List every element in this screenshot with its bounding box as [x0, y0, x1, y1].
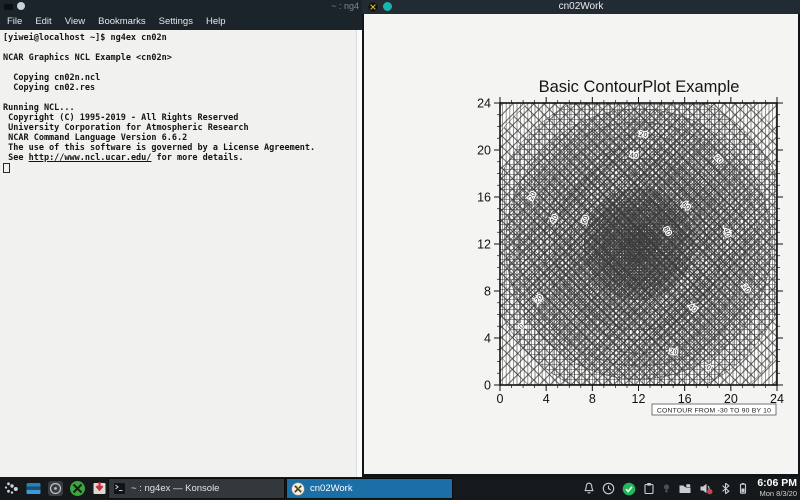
terminal-line: Copying cn02.res [3, 83, 362, 93]
contour-plot: Basic ContourPlot Example 20402020406060… [364, 14, 798, 474]
disc-player-icon[interactable] [47, 480, 64, 497]
desktop: ~ : ng4 File Edit View Bookmarks Setting… [0, 0, 800, 500]
menu-help[interactable]: Help [206, 16, 226, 27]
clock-widget[interactable]: 6:06 PM Mon 8/3/20 [757, 478, 797, 498]
y-tick-label: 16 [477, 191, 491, 205]
konsole-window: ~ : ng4 File Edit View Bookmarks Setting… [0, 0, 362, 477]
contour-note: CONTOUR FROM -30 TO 90 BY 10 [652, 404, 776, 415]
cn02work-window-title: cn02Work [362, 1, 800, 12]
terminal-line: NCAR Command Language Version 6.6.2 [3, 133, 362, 143]
terminal-line: Copying cn02n.ncl [3, 73, 362, 83]
konsole-menubar: File Edit View Bookmarks Settings Help [0, 12, 362, 30]
bluetooth-icon[interactable] [720, 482, 731, 495]
plot-canvas: Basic ContourPlot Example 20402020406060… [364, 14, 798, 474]
clock-time: 6:06 PM [757, 478, 797, 489]
terminal-output[interactable]: [yiwei@localhost ~]$ ng4ex cn02n NCAR Gra… [0, 30, 362, 477]
clipboard-icon[interactable] [643, 482, 655, 495]
battery-icon[interactable] [738, 482, 748, 495]
cn02work-task-icon [291, 482, 305, 496]
volume-muted-icon[interactable] [699, 482, 713, 495]
y-tick-label: 24 [477, 97, 491, 111]
y-axis-labels: 24 20 16 12 8 4 0 [477, 97, 491, 393]
terminal-cursor [3, 163, 10, 173]
terminal-line [3, 93, 362, 103]
contour-label: 40 [630, 151, 639, 160]
contour-label: 20 [639, 130, 648, 139]
x-tick-label: 8 [589, 392, 596, 406]
cn02work-window: cn02Work [362, 0, 800, 477]
x-tick-label: 0 [497, 392, 504, 406]
terminal-line: See http://www.ncl.ucar.edu/ for more de… [3, 153, 362, 163]
contour-band [629, 235, 647, 254]
konsole-titlebar-button[interactable] [17, 2, 25, 10]
y-tick-label: 20 [477, 144, 491, 158]
terminal-line: [yiwei@localhost ~]$ ng4ex cn02n [3, 33, 362, 43]
terminal-link[interactable]: http://www.ncl.ucar.edu/ [29, 153, 152, 163]
terminal-line: University Corporation for Atmospheric R… [3, 123, 362, 133]
task-cn02work-label: cn02Work [310, 483, 353, 494]
xorg-icon[interactable] [69, 480, 86, 497]
menu-edit[interactable]: Edit [35, 16, 51, 27]
konsole-window-title: ~ : ng4 [331, 1, 359, 11]
clock-tray-icon[interactable] [602, 482, 615, 495]
taskbar: ~ : ng4ex — Konsole cn02Work [0, 477, 800, 500]
y-tick-label: 0 [484, 379, 491, 393]
plot-title: Basic ContourPlot Example [539, 78, 740, 96]
terminal-cursor-line [3, 163, 362, 173]
terminal-line [3, 63, 362, 73]
y-tick-label: 8 [484, 285, 491, 299]
file-manager-icon[interactable] [25, 480, 42, 497]
task-konsole[interactable]: ~ : ng4ex — Konsole [108, 478, 285, 499]
y-tick-label: 4 [484, 332, 491, 346]
app-launcher-icon[interactable] [3, 480, 20, 497]
konsole-app-icon [4, 4, 13, 10]
terminal-line [3, 43, 362, 53]
menu-bookmarks[interactable]: Bookmarks [98, 16, 146, 27]
system-tray [583, 477, 748, 500]
y-tick-label: 12 [477, 238, 491, 252]
package-installer-icon[interactable] [91, 480, 108, 497]
x-tick-label: 12 [632, 392, 646, 406]
konsole-titlebar[interactable]: ~ : ng4 [0, 0, 362, 12]
terminal-line: Copyright (C) 1995-2019 - All Rights Res… [3, 113, 362, 123]
terminal-line: The use of this software is governed by … [3, 143, 362, 153]
contour-label: 20 [669, 347, 679, 356]
task-konsole-label: ~ : ng4ex — Konsole [131, 483, 219, 494]
contour-note-text: CONTOUR FROM -30 TO 90 BY 10 [657, 407, 771, 414]
updates-ok-icon[interactable] [622, 482, 636, 496]
task-cn02work[interactable]: cn02Work [286, 478, 453, 499]
menu-view[interactable]: View [65, 16, 85, 27]
cn02work-titlebar[interactable]: cn02Work [362, 0, 800, 14]
terminal-line: Running NCL... [3, 103, 362, 113]
konsole-task-icon [113, 482, 126, 495]
device-notifier-icon[interactable] [678, 482, 692, 495]
status-indicator-icon[interactable] [662, 482, 671, 495]
clock-date: Mon 8/3/20 [757, 489, 797, 498]
terminal-line: NCAR Graphics NCL Example <cn02n> [3, 53, 362, 63]
x-tick-label: 4 [543, 392, 550, 406]
menu-file[interactable]: File [7, 16, 22, 27]
notifications-bell-icon[interactable] [583, 482, 595, 495]
menu-settings[interactable]: Settings [159, 16, 193, 27]
